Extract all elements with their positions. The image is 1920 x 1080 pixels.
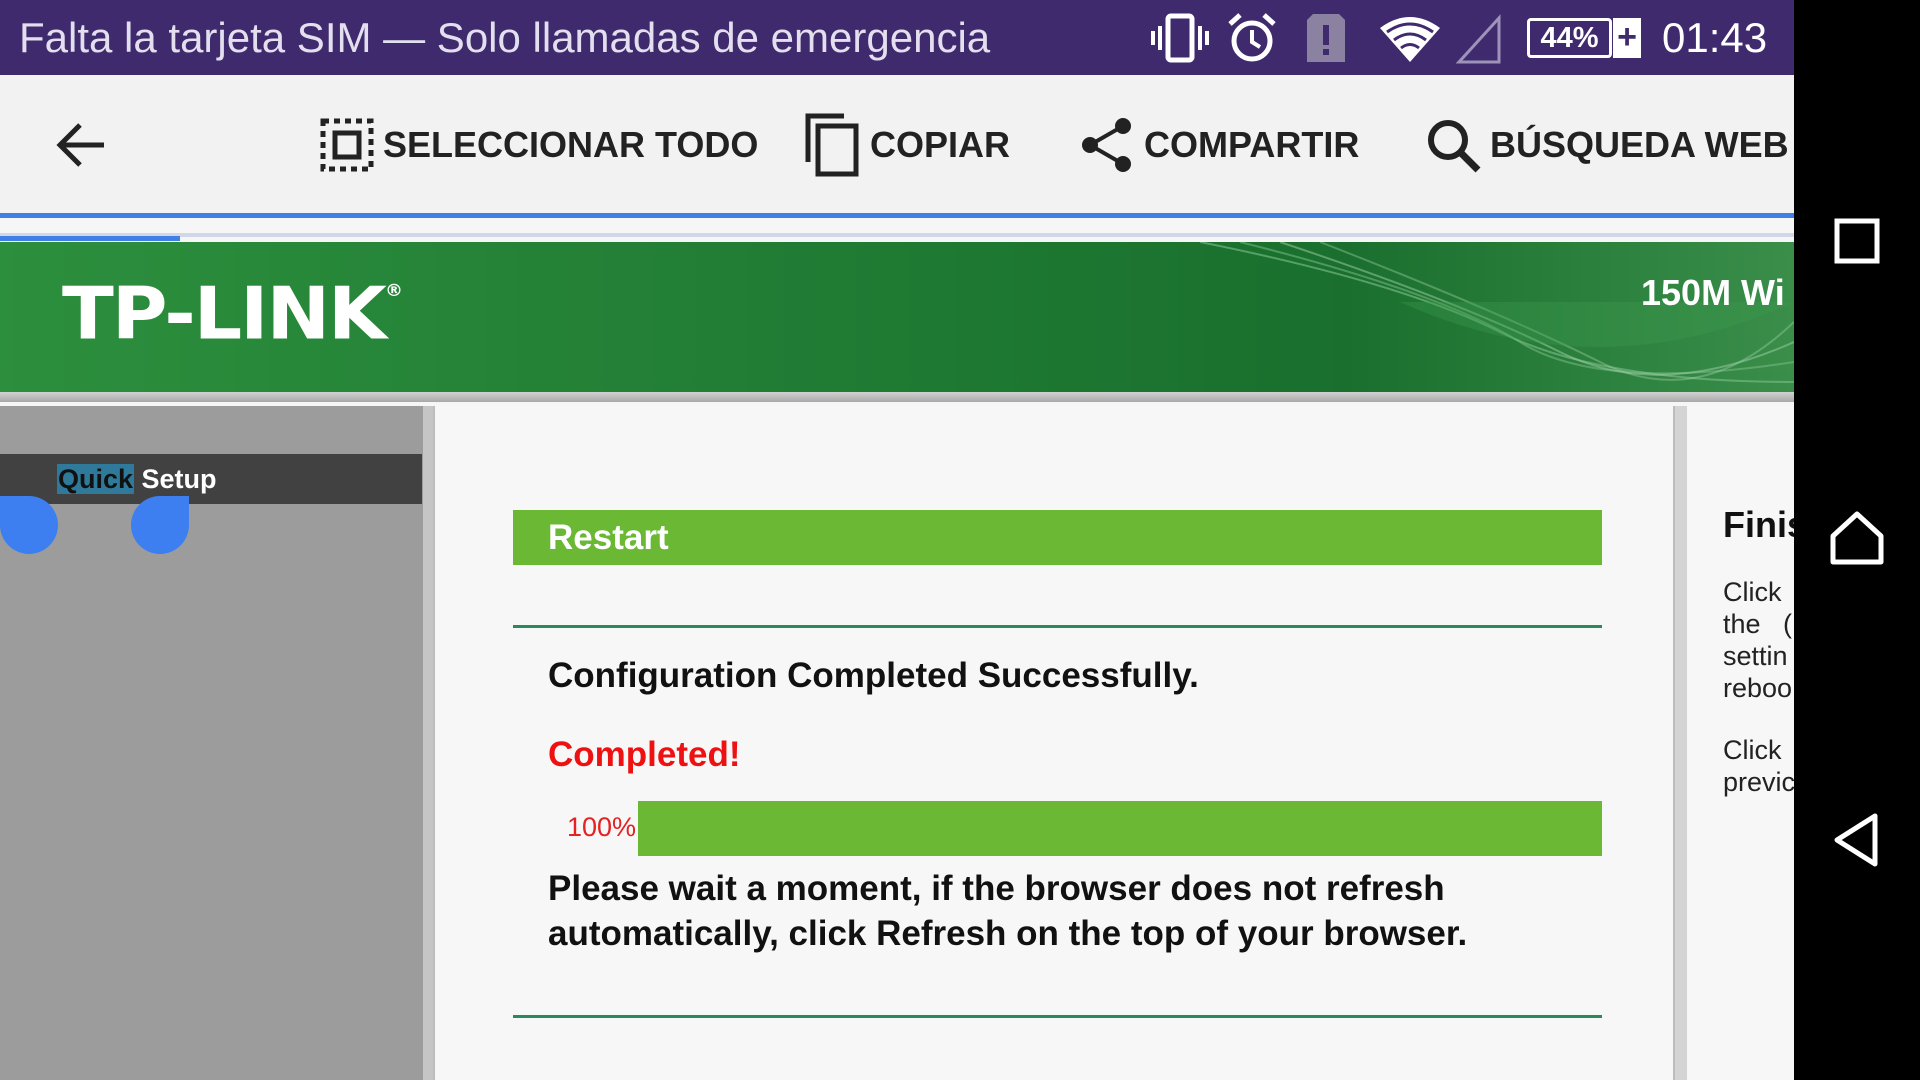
battery-level: 44% (1540, 22, 1599, 54)
web-search-button[interactable]: BÚSQUEDA WEB (1424, 113, 1789, 177)
battery-indicator: 44% (1527, 18, 1612, 58)
progress-fill (638, 801, 1602, 856)
page-load-progress (0, 236, 180, 241)
clock: 01:43 (1662, 14, 1768, 61)
back-arrow-icon[interactable] (52, 115, 112, 175)
select-all-icon (320, 118, 374, 172)
alert-icon (1307, 14, 1345, 62)
copy-icon (805, 113, 859, 177)
help-panel: Finis Click the ( settin reboo Click pre… (1687, 406, 1794, 1080)
help-title: Finis (1723, 504, 1794, 545)
search-icon (1428, 120, 1481, 173)
web-search-label: BÚSQUEDA WEB (1490, 124, 1789, 165)
router-header: TP-LINK® 150M Wi (0, 242, 1794, 392)
select-all-button[interactable]: SELECCIONAR TODO (319, 113, 758, 177)
sidebar-item-label: Quick Setup (57, 464, 217, 494)
text-selection-action-bar: SELECCIONAR TODO COPIAR COMPARTIR BÚSQUE… (0, 75, 1794, 214)
screen: Falta la tarjeta SIM — Solo llamadas de … (0, 0, 1794, 1080)
selection-handle-end[interactable] (131, 496, 189, 554)
help-paragraph: Click the ( settin reboo (1723, 577, 1793, 703)
help-paragraph: Click previc (1723, 735, 1794, 797)
selected-text: Quick (57, 464, 135, 494)
divider-bottom (513, 1015, 1602, 1018)
wifi-icon (1380, 17, 1440, 62)
divider-top (513, 625, 1602, 628)
copy-label: COPIAR (870, 124, 1011, 165)
progress-percent: 100% (567, 812, 637, 842)
header-divider (0, 392, 1794, 402)
selection-handle-start[interactable] (0, 496, 58, 554)
status-bar: Falta la tarjeta SIM — Solo llamadas de … (0, 0, 1794, 75)
config-message: Configuration Completed Successfully. (548, 656, 1199, 695)
content-border (1673, 406, 1687, 1080)
model-title: 150M Wi (1641, 272, 1785, 313)
section-title: Restart (548, 518, 669, 557)
sidebar: Quick Setup (0, 406, 423, 1080)
select-all-label: SELECCIONAR TODO (383, 124, 759, 165)
alarm-icon (1228, 13, 1276, 62)
page-load-track (0, 233, 1794, 237)
wait-message: Please wait a moment, if the browser doe… (548, 869, 1468, 953)
recents-icon[interactable] (1827, 211, 1887, 271)
home-icon[interactable] (1827, 508, 1887, 568)
navigation-bar (1794, 0, 1920, 1080)
sidebar-item-quick-setup[interactable]: Quick Setup (0, 454, 422, 504)
charging-icon: + (1613, 18, 1641, 58)
sidebar-border (423, 406, 433, 1080)
no-signal-icon (1455, 14, 1501, 64)
copy-button[interactable]: COPIAR (802, 113, 1010, 177)
sim-notification: Falta la tarjeta SIM — Solo llamadas de … (19, 14, 991, 61)
vibrate-icon (1151, 13, 1209, 63)
completed-status: Completed! (548, 735, 741, 774)
share-button[interactable]: COMPARTIR (1078, 113, 1359, 177)
progress-bar (638, 801, 1602, 856)
share-label: COMPARTIR (1144, 124, 1360, 165)
section-header: Restart (513, 510, 1602, 565)
main-content: Restart Configuration Completed Successf… (433, 406, 1675, 1080)
action-bar-divider (0, 213, 1794, 218)
share-icon (1082, 118, 1131, 172)
back-icon[interactable] (1827, 810, 1887, 870)
tplink-logo: TP-LINK® (62, 271, 403, 356)
header-wave-decoration (1200, 242, 1794, 383)
